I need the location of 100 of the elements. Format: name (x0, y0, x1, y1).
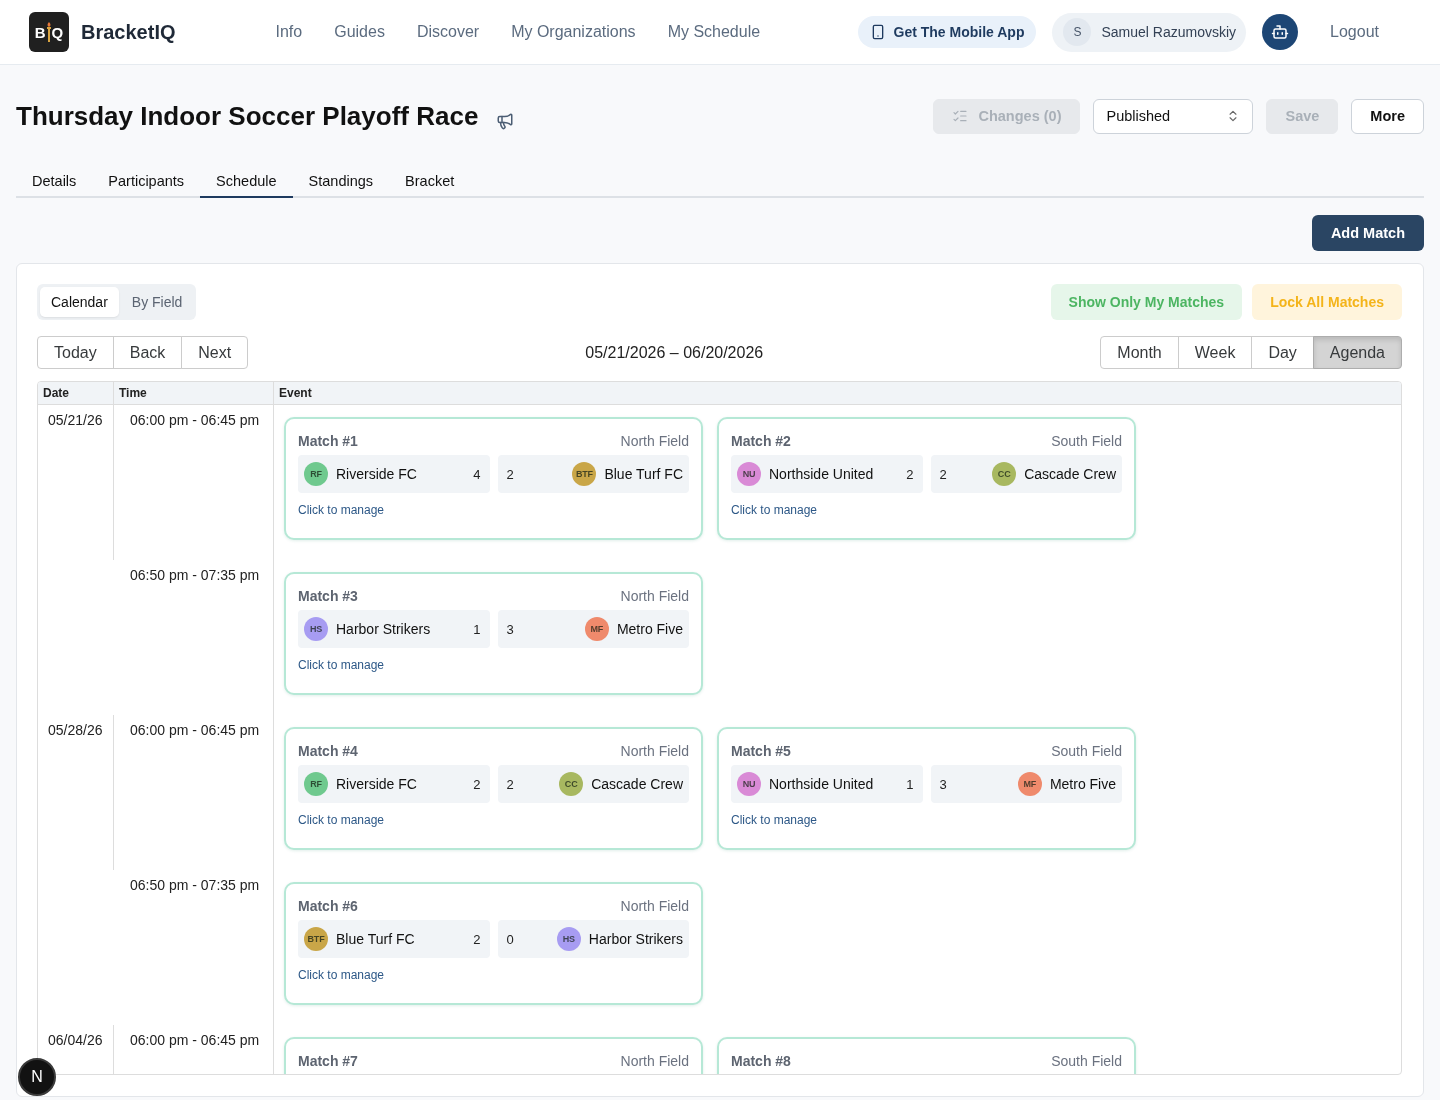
manage-link[interactable]: Click to manage (731, 811, 818, 829)
team-avatar: BTF (572, 462, 597, 486)
view-button[interactable]: Month (1100, 336, 1179, 369)
field-name: North Field (620, 1053, 689, 1069)
team-name: Cascade Crew (1024, 466, 1116, 482)
match-card[interactable]: Match #1 North Field RF Riverside FC 4 2 BTF Blue Turf FC Click to manage (284, 417, 703, 540)
nav-link[interactable]: Guides (334, 23, 385, 41)
match-card[interactable]: Match #8 South Field (717, 1037, 1136, 1074)
torch-icon (45, 22, 52, 42)
checklist-icon (952, 108, 969, 124)
team-avatar: RF (304, 462, 328, 486)
megaphone-icon[interactable] (496, 112, 515, 130)
manage-link[interactable]: Click to manage (298, 811, 385, 829)
user-avatar: S (1063, 18, 1092, 46)
team-score: 2 (906, 466, 915, 482)
agenda-time: 06:50 pm - 07:35 pm (130, 566, 260, 584)
team-name: Riverside FC (336, 466, 417, 482)
team-score: 2 (473, 776, 482, 792)
match-title: Match #8 (731, 1053, 791, 1069)
team-score: 4 (473, 466, 482, 482)
logo-letter: Q (51, 24, 64, 40)
logout-link[interactable]: Logout (1330, 23, 1379, 41)
nav-link[interactable]: My Organizations (511, 23, 636, 41)
team-avatar: MF (1017, 772, 1042, 796)
team-score: 2 (473, 931, 482, 947)
match-card[interactable]: Match #3 North Field HS Harbor Strikers 1 3 MF Metro Five Click to manage (284, 572, 703, 695)
column-header: Event (279, 386, 312, 400)
page-title: Thursday Indoor Soccer Playoff Race (16, 100, 479, 132)
view-switch-tab[interactable]: Calendar (40, 287, 119, 317)
status-select[interactable]: Published (1093, 98, 1254, 134)
team-name: Riverside FC (336, 776, 417, 792)
manage-link[interactable]: Click to manage (298, 966, 385, 984)
match-title: Match #5 (731, 743, 791, 759)
calendar-nav-button[interactable]: Next (181, 336, 249, 369)
calendar-nav-button[interactable]: Today (37, 336, 114, 369)
team-avatar: BTF (304, 927, 328, 951)
tab[interactable]: Standings (292, 165, 390, 198)
more-button[interactable]: More (1351, 98, 1424, 134)
team-score: 0 (505, 931, 514, 947)
team-score: 3 (938, 776, 947, 792)
team-score: 2 (505, 776, 514, 792)
app-logo[interactable]: B Q (29, 12, 69, 52)
team-avatar: MF (584, 617, 609, 641)
agenda-date: 05/21/26 (48, 411, 103, 429)
nav-link[interactable]: Discover (416, 23, 480, 41)
field-name: South Field (1051, 743, 1122, 759)
match-title: Match #1 (298, 433, 358, 449)
match-card[interactable]: Match #7 North Field (284, 1037, 703, 1074)
match-card[interactable]: Match #2 South Field NU Northside United 2 2 CC Cascade Crew Click to manage (717, 417, 1136, 540)
manage-link[interactable]: Click to manage (298, 656, 385, 674)
tab[interactable]: Bracket (389, 165, 471, 198)
team-score: 1 (473, 621, 482, 637)
view-button[interactable]: Week (1177, 336, 1253, 369)
date-range: 05/21/2026 – 06/20/2026 (584, 343, 765, 362)
field-name: North Field (620, 743, 689, 759)
manage-link[interactable]: Click to manage (298, 501, 385, 519)
add-match-button[interactable]: Add Match (1311, 215, 1424, 251)
team-name: Harbor Strikers (588, 931, 683, 947)
tab[interactable]: Details (16, 165, 93, 198)
robot-icon[interactable] (1262, 14, 1299, 50)
team-name: Blue Turf FC (336, 931, 415, 947)
team-name: Harbor Strikers (336, 621, 431, 637)
tab[interactable]: Participants (92, 165, 201, 198)
tab[interactable]: Schedule (200, 165, 293, 198)
match-card[interactable]: Match #6 North Field BTF Blue Turf FC 2 0 HS Harbor Strikers Click to manage (284, 882, 703, 1005)
field-name: North Field (620, 433, 689, 449)
user-menu[interactable]: S Samuel Razumovskiy (1052, 12, 1247, 52)
agenda-date: 05/28/26 (48, 721, 103, 739)
field-name: South Field (1051, 433, 1122, 449)
match-title: Match #3 (298, 588, 358, 604)
match-card[interactable]: Match #4 North Field RF Riverside FC 2 2 CC Cascade Crew Click to manage (284, 727, 703, 850)
nav-link[interactable]: My Schedule (667, 23, 761, 41)
manage-link[interactable]: Click to manage (731, 501, 818, 519)
column-header: Date (43, 386, 69, 400)
agenda-date: 06/04/26 (48, 1031, 103, 1049)
team-avatar: NU (737, 462, 761, 486)
team-avatar: NU (737, 772, 761, 796)
team-avatar: RF (304, 772, 328, 796)
nav-link[interactable]: Info (275, 23, 303, 41)
team-name: Metro Five (616, 621, 683, 637)
field-name: North Field (620, 898, 689, 914)
logo-letter: B (34, 24, 46, 40)
team-avatar: HS (556, 927, 581, 951)
mobile-app-button[interactable]: Get The Mobile App (857, 16, 1037, 48)
team-name: Metro Five (1049, 776, 1116, 792)
match-title: Match #7 (298, 1053, 358, 1069)
view-button[interactable]: Agenda (1312, 336, 1402, 369)
match-title: Match #6 (298, 898, 358, 914)
team-avatar: CC (992, 462, 1017, 486)
match-title: Match #2 (731, 433, 791, 449)
view-button[interactable]: Day (1251, 336, 1314, 369)
team-name: Cascade Crew (591, 776, 683, 792)
view-switch-tab[interactable]: By Field (120, 287, 194, 317)
field-name: North Field (620, 588, 689, 604)
match-card[interactable]: Match #5 South Field NU Northside United 1 3 MF Metro Five Click to manage (717, 727, 1136, 850)
team-avatar: HS (304, 617, 328, 641)
team-score: 1 (906, 776, 915, 792)
calendar-nav-button[interactable]: Back (112, 336, 183, 369)
column-header: Time (119, 386, 147, 400)
agenda-time: 06:50 pm - 07:35 pm (130, 876, 260, 894)
